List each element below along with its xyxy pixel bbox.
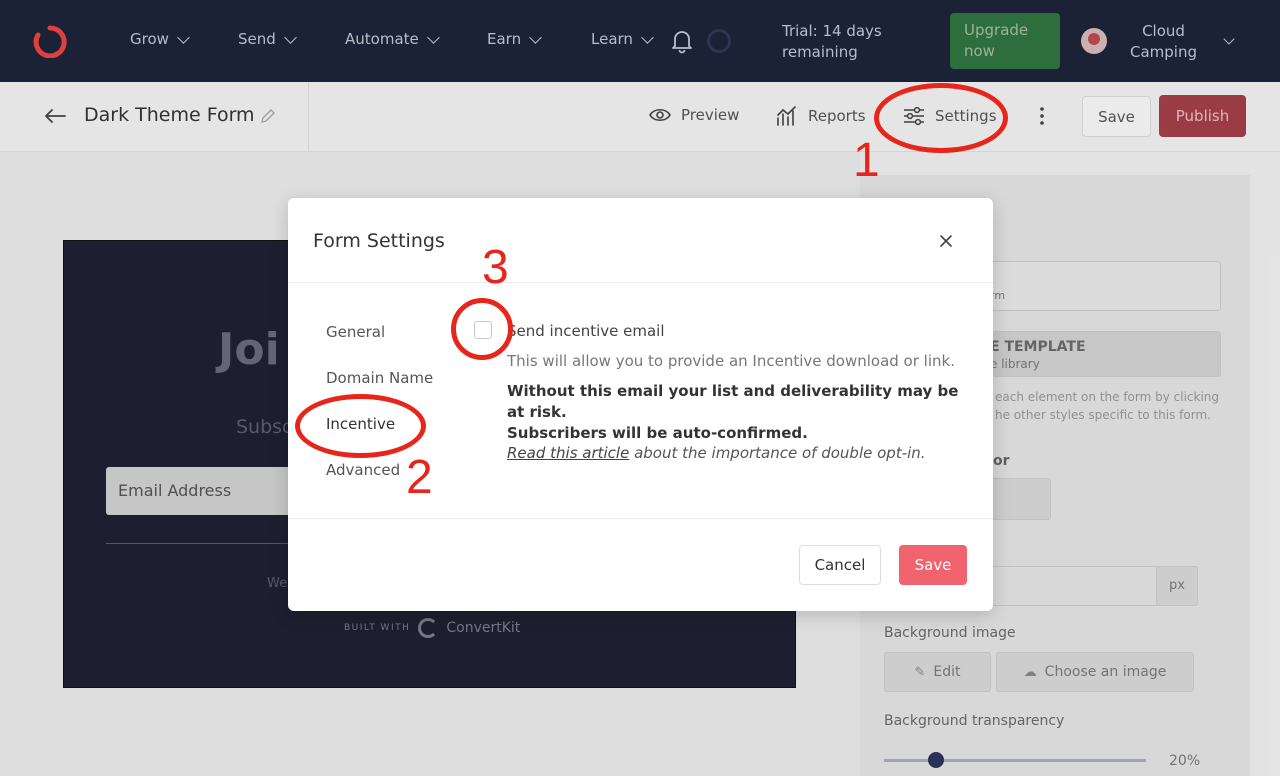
account-menu[interactable]: Cloud Camping [1130, 21, 1197, 63]
annotation-number-3: 3 [482, 241, 509, 294]
article-text: Read this article about the importance o… [507, 444, 926, 462]
convertkit-logo-icon[interactable] [32, 24, 68, 58]
close-icon[interactable] [939, 234, 953, 248]
annotation-circle-settings [874, 83, 1008, 153]
cancel-button[interactable]: Cancel [799, 545, 881, 585]
nav-send[interactable]: Send [238, 30, 297, 48]
nav-grow[interactable]: Grow [130, 30, 190, 48]
chevron-down-icon [283, 30, 297, 44]
loading-spinner-icon [707, 29, 731, 53]
checkbox-label[interactable]: Send incentive email [507, 322, 665, 340]
settings-tab-domain-name[interactable]: Domain Name [326, 369, 433, 387]
read-article-link[interactable]: Read this article [507, 444, 629, 462]
annotation-number-2: 2 [406, 451, 433, 504]
bell-icon[interactable] [670, 28, 694, 54]
annotation-circle-incentive [295, 394, 426, 458]
annotation-number-1: 1 [853, 134, 880, 187]
chevron-down-icon [426, 30, 440, 44]
annotation-circle-checkbox [451, 298, 513, 360]
dialog-divider [288, 518, 993, 519]
incentive-warning: Without this email your list and deliver… [507, 382, 959, 442]
avatar[interactable] [1081, 28, 1107, 54]
settings-tab-general[interactable]: General [326, 323, 385, 341]
save-settings-button[interactable]: Save [899, 545, 967, 585]
upgrade-button[interactable]: Upgrade now [950, 13, 1060, 69]
chevron-down-icon [529, 30, 542, 44]
incentive-description: This will allow you to provide an Incent… [507, 352, 955, 370]
nav-earn[interactable]: Earn [487, 30, 542, 48]
nav-learn[interactable]: Learn [591, 30, 654, 48]
chevron-down-icon [641, 30, 654, 44]
settings-tab-advanced[interactable]: Advanced [326, 461, 400, 479]
chevron-down-icon [177, 30, 190, 44]
trial-status: Trial: 14 days remaining [782, 22, 882, 61]
nav-automate[interactable]: Automate [345, 30, 440, 48]
dialog-divider [288, 282, 993, 283]
dialog-title: Form Settings [313, 230, 445, 252]
